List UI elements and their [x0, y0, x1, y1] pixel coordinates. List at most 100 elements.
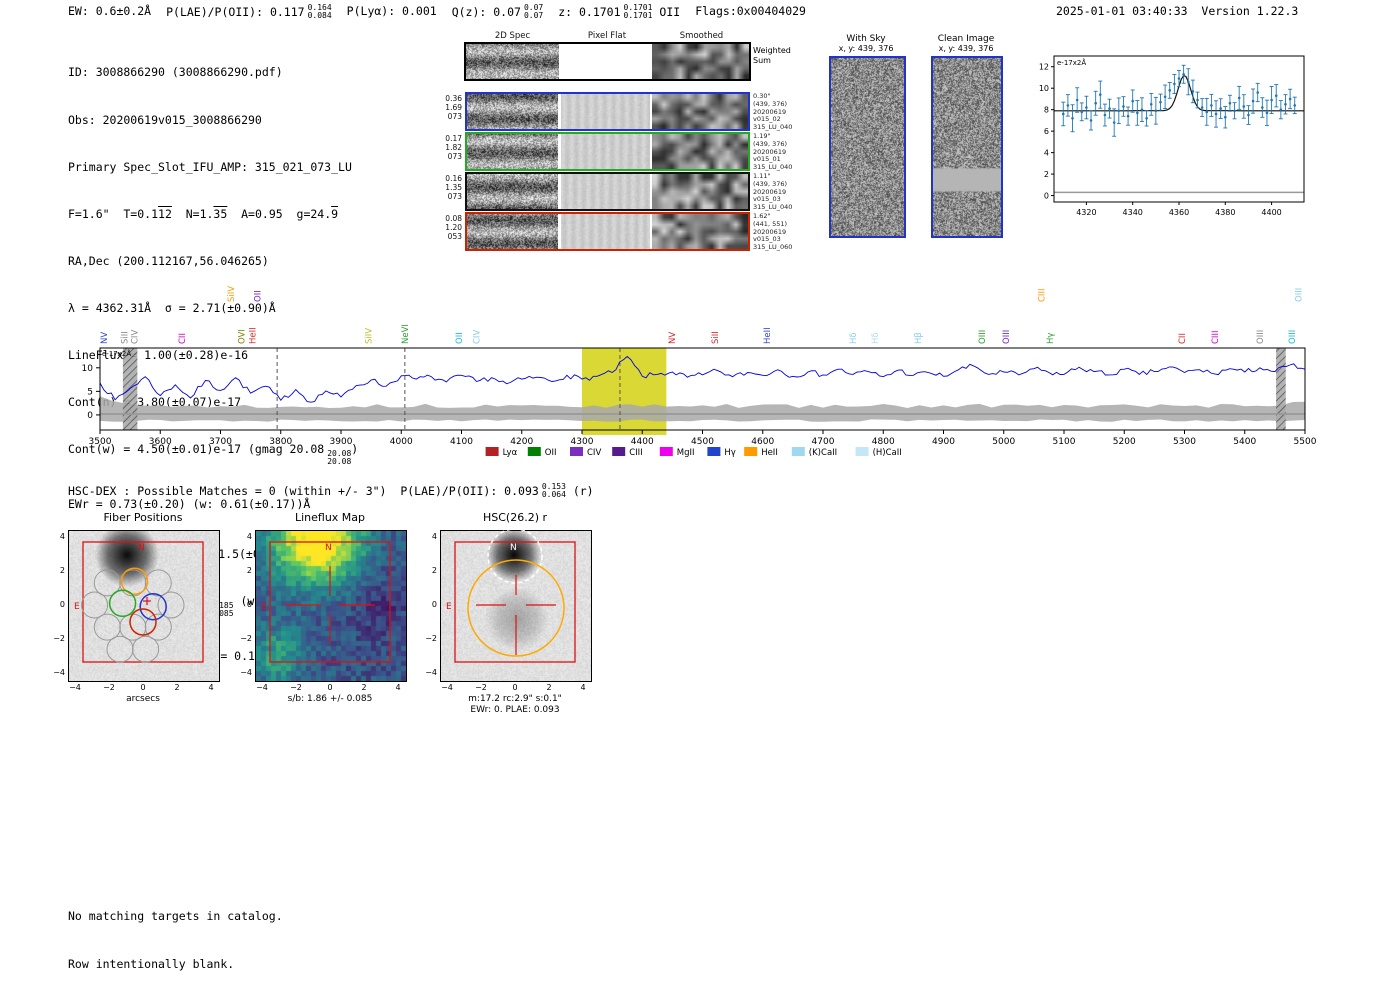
fiber1-smoothed-image [652, 94, 748, 129]
north-label: N [138, 543, 145, 553]
map-ytick: 0 [49, 600, 65, 609]
svg-text:5100: 5100 [1053, 437, 1076, 447]
svg-text:3700: 3700 [209, 437, 232, 447]
seeing-pre: F=1.6" T=0.1 [68, 207, 158, 221]
map-xtick: 4 [573, 683, 593, 692]
map-ytick: −2 [421, 634, 437, 643]
fiber3-2dspec-image [467, 174, 558, 209]
svg-text:OII: OII [253, 290, 263, 302]
svg-text:5300: 5300 [1173, 437, 1196, 447]
svg-text:(K)CaII: (K)CaII [809, 448, 837, 458]
svg-text:HeII: HeII [761, 448, 778, 458]
fiber-circle-red [130, 609, 156, 635]
svg-text:8: 8 [1044, 105, 1049, 114]
fiber4-2dspec-image [467, 214, 558, 249]
svg-text:4500: 4500 [691, 437, 714, 447]
svg-text:0: 0 [87, 411, 93, 421]
svg-text:CII: CII [1178, 333, 1188, 344]
clean-image-title: Clean Image [928, 34, 1004, 44]
fiber1-2dspec-image [467, 94, 558, 129]
svg-text:4200: 4200 [510, 437, 533, 447]
lineflux-map-xlabel: s/b: 1.86 +/- 0.085 [255, 694, 405, 704]
svg-text:3500: 3500 [89, 437, 112, 447]
svg-text:5400: 5400 [1233, 437, 1256, 447]
plae-lo: 0.084 [308, 12, 332, 20]
fiber1-left-labels: 0.361.69073 [430, 94, 462, 121]
fiber4-smoothed-image [652, 214, 748, 249]
svg-text:4340: 4340 [1123, 208, 1143, 217]
svg-text:CIII: CIII [1038, 289, 1048, 302]
qz-frac: 0.070.07 [524, 4, 543, 19]
svg-text:4100: 4100 [450, 437, 473, 447]
svg-text:OVI: OVI [238, 329, 248, 344]
clean-image-coords: x, y: 439, 376 [928, 44, 1004, 53]
svg-text:Hγ: Hγ [1046, 333, 1056, 344]
column-title-pixelflat: Pixel Flat [563, 31, 651, 41]
svg-text:OII: OII [455, 332, 465, 344]
svg-text:OIII: OIII [978, 330, 988, 344]
svg-text:(H)CaII: (H)CaII [873, 448, 902, 458]
svg-text:e-17x2Å: e-17x2Å [102, 349, 131, 358]
match-lo: 0.064 [542, 491, 566, 499]
hsc-r-xlabel2: EWr: 0. PLAE: 0.093 [440, 705, 590, 715]
map-xtick: −2 [99, 683, 119, 692]
svg-text:CIV: CIV [473, 330, 483, 344]
weighted-sum-label: Weighted Sum [753, 46, 791, 65]
qz-value: Q(z): 0.07 [452, 5, 521, 19]
map-xtick: 4 [388, 683, 408, 692]
timestamp-version: 2025-01-01 03:40:33 Version 1.22.3 [1056, 4, 1298, 18]
svg-text:NeVI: NeVI [401, 324, 411, 344]
fiber3-right-labels: 1.11"(439, 376)20200619v015_03315_LU_040 [753, 173, 792, 212]
plya-summary: P(Lyα): 0.001 [347, 4, 437, 18]
hsc-r-overlay: N E [440, 530, 590, 680]
fiber1-pixelflat-image [561, 94, 650, 129]
fiber4-right-labels: 1.62"(441, 551)20200619v015_03315_LU_060 [753, 213, 792, 252]
map-xtick: −2 [471, 683, 491, 692]
weighted-smoothed-image [652, 44, 749, 79]
z-value: z: 0.1701 [558, 5, 620, 19]
map-ytick: −2 [49, 634, 65, 643]
plae-poii-summary: P(LAE)/P(OII): 0.1170.1640.084 [166, 4, 332, 19]
fiber4-pixelflat-image [561, 214, 650, 249]
svg-text:OIII: OIII [1256, 330, 1266, 344]
crosshair [476, 575, 556, 655]
ew-summary: EW: 0.6±0.2Å [68, 4, 151, 18]
svg-text:Lyα: Lyα [503, 448, 518, 458]
hsc-r-title: HSC(26.2) r [440, 511, 590, 524]
map-ytick: 2 [421, 566, 437, 575]
ifu-extent-box [83, 542, 203, 662]
column-title-2dspec: 2D Spec [465, 31, 560, 41]
map-ytick: 4 [421, 532, 437, 541]
seeing-ovl3: 9 [331, 207, 338, 221]
svg-text:10: 10 [82, 364, 94, 374]
north-label: N [325, 543, 332, 553]
svg-text:3800: 3800 [269, 437, 292, 447]
emission-line-zoom-plot: 02468101243204340436043804400e-17x2Å [1030, 50, 1315, 230]
seeing-mid1: N=1. [172, 207, 214, 221]
svg-text:CIV: CIV [130, 330, 140, 344]
svg-text:SiII: SiII [121, 331, 131, 344]
map-ytick: −4 [236, 668, 252, 677]
svg-text:Hδ: Hδ [849, 332, 859, 344]
weighted-sum-line1: Weighted [753, 46, 791, 56]
with-sky-title: With Sky [828, 34, 904, 44]
svg-text:4380: 4380 [1215, 208, 1235, 217]
svg-text:0: 0 [1044, 191, 1049, 200]
svg-text:3600: 3600 [149, 437, 172, 447]
east-label: E [74, 602, 80, 612]
svg-text:SiIV: SiIV [227, 286, 237, 302]
svg-text:6: 6 [1044, 127, 1049, 136]
fiber2-smoothed-image [652, 134, 748, 169]
footer-line2: Row intentionally blank. [68, 956, 283, 972]
fiber-circles [82, 570, 184, 662]
fiber-positions-title: Fiber Positions [68, 511, 218, 524]
svg-text:Hδ: Hδ [871, 332, 881, 344]
fiber-circle-blue [140, 594, 166, 620]
map-xtick: 2 [167, 683, 187, 692]
catalog-match-line: HSC-DEX : Possible Matches = 0 (within +… [68, 483, 594, 498]
seeing-ovl2: 35 [213, 207, 227, 221]
svg-text:2: 2 [1044, 170, 1049, 179]
with-sky-coords: x, y: 439, 376 [828, 44, 904, 53]
info-id: ID: 3008866290 (3008866290.pdf) [68, 65, 358, 81]
svg-text:4400: 4400 [631, 437, 654, 447]
